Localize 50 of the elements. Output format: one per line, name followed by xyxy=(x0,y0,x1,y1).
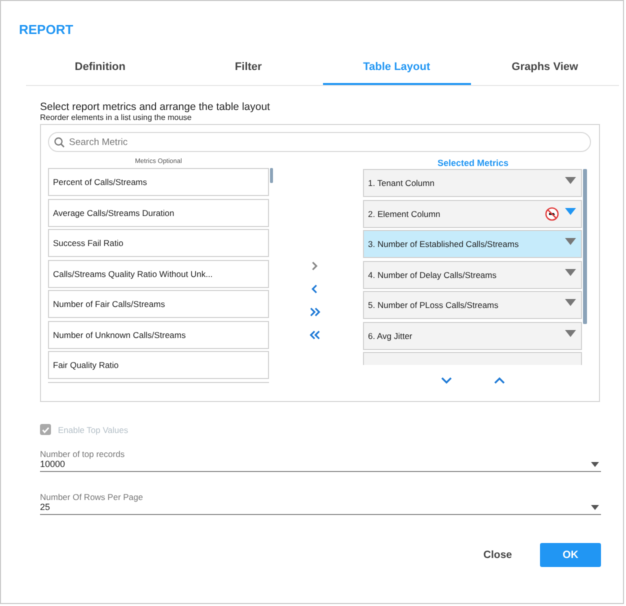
tab[interactable]: Filter xyxy=(174,61,322,85)
metric-item[interactable]: Percent of Calls/Streams xyxy=(48,168,269,196)
prohibited-icon[interactable] xyxy=(545,206,559,220)
metric-item[interactable]: 1. Tenant Column xyxy=(363,169,582,197)
field-value: 25 xyxy=(40,502,50,512)
metric-label: 2. Element Column xyxy=(368,208,442,218)
metric-item[interactable]: Fair Quality Ratio xyxy=(48,351,269,379)
field-label: Number Of Rows Per Page xyxy=(40,492,144,502)
metric-label: 6. Avg Jitter xyxy=(368,330,414,340)
metric-item[interactable]: Number of Fair Calls/Streams xyxy=(48,290,269,318)
tab[interactable]: Definition xyxy=(26,61,174,85)
metric-item[interactable]: 6. Avg Jitter xyxy=(363,322,582,350)
scrollbar-thumb[interactable] xyxy=(583,169,587,324)
metric-label: 4. Number of Delay Calls/Streams xyxy=(368,270,498,280)
chevron-up-icon[interactable] xyxy=(494,377,505,384)
caret-icon[interactable] xyxy=(565,299,576,306)
close-button[interactable]: Close xyxy=(477,548,518,562)
metric-item[interactable]: Calls/Streams Quality Ratio Without Unk... xyxy=(48,260,269,288)
chevron-icon[interactable] xyxy=(308,329,320,341)
list-title: Selected Metrics xyxy=(436,158,510,169)
select-field[interactable]: Number Of Rows Per Page 25 xyxy=(40,492,601,515)
metric-item[interactable]: Number of Unknown Calls/Streams xyxy=(48,320,269,348)
caret-icon[interactable] xyxy=(565,330,576,336)
dialog-title: REPORT xyxy=(19,22,74,37)
tab[interactable]: Graphs View xyxy=(470,61,619,85)
metric-item[interactable]: 4. Number of Delay Calls/Streams xyxy=(363,260,582,288)
select-field[interactable]: Number of top records 10000 xyxy=(40,449,601,472)
instruction-text: Select report metrics and arrange the table layout xyxy=(40,101,271,113)
metric-item[interactable]: 2. Element Column xyxy=(363,200,582,228)
search-field[interactable]: Search Metric xyxy=(48,132,591,152)
caret-icon[interactable] xyxy=(565,238,576,245)
metric-item[interactable]: Average Calls/Streams Duration xyxy=(48,198,269,226)
caret-icon[interactable] xyxy=(565,177,576,184)
checkbox-label: Enable Top Values xyxy=(58,424,128,434)
caret-icon[interactable] xyxy=(565,268,576,276)
scrollbar-thumb[interactable] xyxy=(270,168,273,183)
field-value: 10000 xyxy=(40,459,66,469)
metric-label: 5. Number of PLoss Calls/Streams xyxy=(368,300,500,310)
metric-item[interactable]: 5. Number of PLoss Calls/Streams xyxy=(363,291,582,319)
caret-icon xyxy=(591,462,599,466)
hint-text: Reorder elements in a list using the mouse xyxy=(40,113,193,122)
metric-item[interactable]: Success Fail Ratio xyxy=(48,229,269,257)
caret-icon[interactable] xyxy=(565,208,576,214)
metric-label: 3. Number of Established Calls/Streams xyxy=(368,239,520,249)
field-label: Number of top records xyxy=(40,449,126,459)
metric-label: 1. Tenant Column xyxy=(368,178,436,188)
chevron-down-icon[interactable] xyxy=(441,377,452,384)
metric-item[interactable]: 3. Number of Established Calls/Streams xyxy=(363,230,582,258)
chevron-icon[interactable] xyxy=(308,306,320,318)
caret-icon xyxy=(591,504,599,510)
